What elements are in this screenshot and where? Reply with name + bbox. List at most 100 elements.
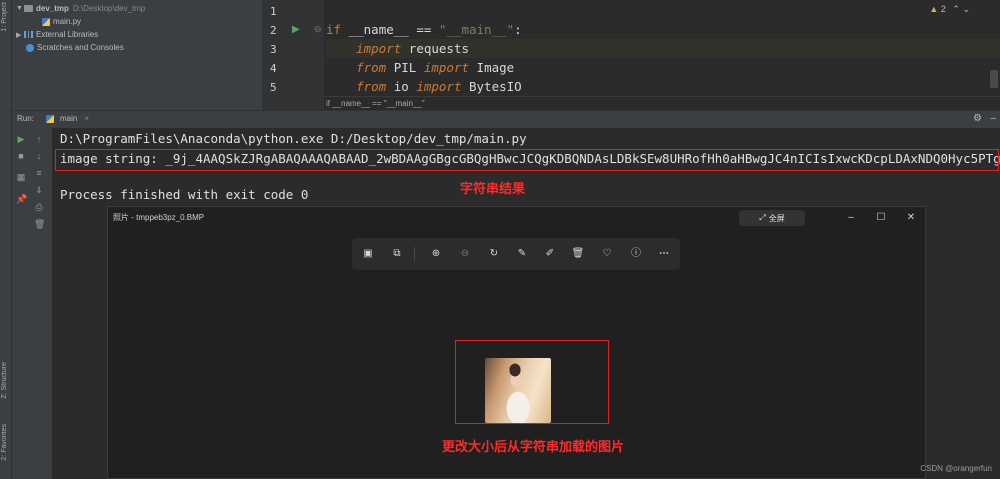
watermark: CSDN @orangerfun	[920, 464, 992, 473]
more-options-icon[interactable]: ⋯	[656, 246, 672, 262]
close-icon[interactable]: ×	[84, 114, 89, 123]
line-number: 3	[270, 43, 277, 56]
project-panel: ▼ dev_tmp D:\Desktop\dev_tmp main.py ▶ E…	[12, 0, 262, 110]
info-icon[interactable]: ⓘ	[628, 246, 644, 262]
editor-scrollbar[interactable]	[990, 70, 998, 88]
fullscreen-button[interactable]: ⤢ 全屏	[739, 210, 805, 226]
file-row-main[interactable]: main.py	[42, 15, 81, 28]
scratches-row[interactable]: Scratches and Consoles	[26, 41, 124, 54]
library-icon	[24, 31, 33, 38]
module-requests: requests	[401, 41, 469, 56]
line-number: 1	[270, 5, 277, 18]
project-root-row[interactable]: ▼ dev_tmp D:\Desktop\dev_tmp	[16, 2, 145, 15]
module-pil: PIL	[386, 60, 424, 75]
edit-image-icon[interactable]: ✎	[514, 246, 530, 262]
close-icon[interactable]: ✕	[903, 210, 919, 226]
layout-icon[interactable]: ▦	[16, 172, 26, 182]
rerun-icon[interactable]: ▶	[16, 134, 26, 144]
fullscreen-label: 全屏	[768, 213, 785, 223]
code-line-5: from io import BytesIO	[326, 77, 522, 96]
external-libraries-label: External Libraries	[36, 30, 99, 39]
run-toolbar: ▶ ↑ ■ ↓ ≡ ▦ ⇓ 📌 ⎙ 🗑	[12, 128, 52, 479]
up-arrow-icon[interactable]: ↑	[34, 134, 44, 144]
gear-icon[interactable]: ⚙	[973, 113, 982, 124]
colon: :	[514, 22, 522, 37]
string-literal: "__main__"	[438, 22, 515, 37]
tool-window-strip: 1: Project Z: Structure 2: Favorites	[0, 0, 12, 479]
maximize-icon[interactable]: ☐	[873, 210, 889, 226]
scratches-icon	[26, 43, 34, 52]
pin-icon[interactable]: 📌	[16, 194, 27, 204]
soft-wrap-icon[interactable]: ≡	[34, 168, 44, 178]
keyword-from: from	[356, 60, 387, 75]
chevron-down-icon[interactable]: ▼	[16, 5, 24, 12]
console-exit-line: Process finished with exit code 0	[60, 187, 309, 202]
folder-icon	[24, 5, 33, 12]
string-highlight-box	[55, 149, 999, 171]
fold-icon[interactable]: ⊖	[314, 24, 322, 35]
chevron-up-icon[interactable]: ⌃	[952, 4, 960, 14]
minimize-panel-icon[interactable]: –	[990, 113, 996, 124]
keyword-if: if	[326, 22, 342, 37]
project-root-name: dev_tmp	[36, 4, 69, 13]
code-line-3: import requests	[326, 39, 1000, 58]
file-name: main.py	[53, 17, 82, 26]
trash-icon[interactable]: 🗑	[34, 219, 45, 229]
chevron-down-icon[interactable]: ⌄	[962, 4, 970, 14]
stop-icon[interactable]: ■	[16, 151, 26, 161]
expand-icon: ⤢	[759, 213, 766, 222]
scroll-to-end-icon[interactable]: ⇓	[34, 185, 44, 195]
structure-tool-tab[interactable]: Z: Structure	[1, 362, 8, 399]
draw-icon[interactable]: ✐	[542, 246, 558, 262]
name-image: Image	[469, 60, 515, 75]
dunder-name: __name__	[341, 22, 417, 37]
external-libraries-row[interactable]: ▶ External Libraries	[16, 28, 98, 41]
annotation-image-note: 更改大小后从字符串加载的图片	[442, 440, 625, 455]
run-tab-main[interactable]: main ×	[46, 114, 89, 123]
project-root-path: D:\Desktop\dev_tmp	[72, 4, 146, 13]
favorites-tool-tab[interactable]: 2: Favorites	[1, 424, 8, 461]
view-all-icon[interactable]: ▣	[360, 246, 376, 262]
console-command-line: D:\ProgramFiles\Anaconda\python.exe D:/D…	[60, 131, 527, 146]
down-arrow-icon[interactable]: ↓	[34, 151, 44, 161]
operator: ==	[416, 22, 439, 37]
chevron-right-icon[interactable]: ▶	[16, 31, 24, 39]
zoom-in-icon[interactable]: ⊕	[428, 246, 444, 262]
image-highlight-box	[455, 340, 609, 424]
python-file-icon	[46, 114, 54, 123]
code-line-2: if __name__ == "__main__":	[326, 20, 522, 39]
keyword-import: import	[356, 41, 402, 56]
inspection-widget[interactable]: ▲ 2 ⌃ ⌄	[929, 4, 970, 15]
editor-gutter: 1 2 3 4 5 ▶ ⊖	[262, 0, 324, 110]
zoom-out-icon[interactable]: ⊖	[457, 246, 473, 262]
run-panel-header: Run: main × ⚙ –	[12, 110, 1000, 128]
module-io: io	[386, 79, 417, 94]
annotation-string-result: 字符串结果	[460, 182, 526, 197]
project-tool-tab[interactable]: 1: Project	[1, 2, 8, 32]
viewer-toolbar: ▣ ⧉ ⊕ ⊖ ↻ ✎ ✐ 🗑 ♡ ⓘ ⋯	[352, 238, 680, 270]
run-label: Run:	[17, 114, 34, 123]
print-icon[interactable]: ⎙	[34, 202, 44, 212]
delete-icon[interactable]: 🗑	[570, 246, 586, 262]
minimize-icon[interactable]: –	[843, 210, 859, 226]
breadcrumb[interactable]: if __name__ == "__main__"	[324, 96, 1000, 110]
run-gutter-icon[interactable]: ▶	[292, 24, 300, 35]
code-line-4: from PIL import Image	[326, 58, 514, 77]
keyword-import: import	[416, 79, 462, 94]
warning-count: 2	[940, 4, 946, 14]
name-bytesio: BytesIO	[461, 79, 522, 94]
keyword-import: import	[423, 60, 470, 75]
line-number: 2	[270, 24, 277, 37]
code-editor[interactable]: 1 2 3 4 5 ▶ ⊖ if __name__ == "__main__":…	[262, 0, 1000, 110]
edit-collection-icon[interactable]: ⧉	[389, 246, 405, 262]
line-number: 4	[270, 62, 277, 75]
scratches-label: Scratches and Consoles	[37, 43, 124, 52]
toolbar-divider	[414, 247, 415, 261]
rotate-icon[interactable]: ↻	[486, 246, 502, 262]
favorite-heart-icon[interactable]: ♡	[599, 246, 615, 262]
line-number: 5	[270, 81, 277, 94]
viewer-title: 照片 - tmppeb3pz_0.BMP	[113, 213, 205, 222]
python-file-icon	[42, 17, 50, 26]
run-tab-label: main	[60, 114, 78, 123]
warning-icon: ▲	[929, 4, 939, 14]
